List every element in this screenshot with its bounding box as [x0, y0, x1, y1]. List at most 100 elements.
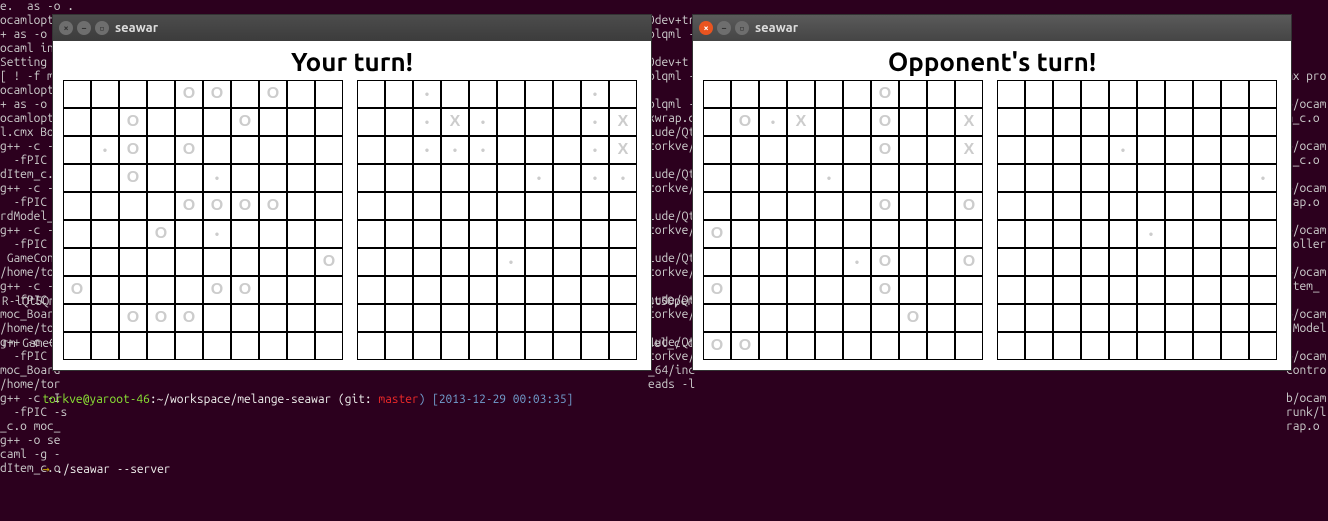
board-cell[interactable]	[997, 136, 1025, 164]
board-cell[interactable]	[609, 276, 637, 304]
board-cell[interactable]	[997, 108, 1025, 136]
board-cell[interactable]	[1221, 276, 1249, 304]
board-cell[interactable]	[385, 192, 413, 220]
board-cell[interactable]	[1025, 276, 1053, 304]
board-cell[interactable]	[1221, 136, 1249, 164]
board-cell[interactable]	[1025, 80, 1053, 108]
board-cell[interactable]	[1193, 332, 1221, 360]
board-cell[interactable]	[581, 192, 609, 220]
board-cell[interactable]	[497, 164, 525, 192]
board-cell[interactable]	[997, 276, 1025, 304]
board-cell[interactable]	[997, 164, 1025, 192]
board-cell[interactable]: •	[609, 164, 637, 192]
board-cell[interactable]	[1137, 108, 1165, 136]
board-cell[interactable]	[469, 276, 497, 304]
board-cell[interactable]	[441, 80, 469, 108]
board-cell[interactable]	[553, 108, 581, 136]
board-cell[interactable]	[469, 220, 497, 248]
board-cell[interactable]	[1193, 80, 1221, 108]
board-cell[interactable]	[1165, 276, 1193, 304]
board-cell[interactable]	[1165, 332, 1193, 360]
board-cell[interactable]	[441, 304, 469, 332]
board-cell[interactable]	[609, 332, 637, 360]
board-cell[interactable]: X	[609, 136, 637, 164]
board-cell[interactable]: •	[413, 108, 441, 136]
board-cell[interactable]	[1137, 248, 1165, 276]
board-cell[interactable]	[1053, 192, 1081, 220]
board-cell[interactable]	[1221, 164, 1249, 192]
board-cell[interactable]	[413, 304, 441, 332]
board-cell[interactable]	[1137, 136, 1165, 164]
board-cell[interactable]	[1025, 248, 1053, 276]
board-cell[interactable]: •	[413, 80, 441, 108]
board-cell[interactable]	[1053, 220, 1081, 248]
board-cell[interactable]	[1249, 108, 1277, 136]
board-cell[interactable]	[1025, 332, 1053, 360]
board-cell[interactable]	[525, 276, 553, 304]
titlebar[interactable]: × − ▫ seawar	[693, 15, 1291, 41]
board-cell[interactable]	[357, 220, 385, 248]
board-cell[interactable]	[1081, 248, 1109, 276]
board-cell[interactable]	[469, 192, 497, 220]
board-cell[interactable]	[609, 248, 637, 276]
board-cell[interactable]	[525, 332, 553, 360]
board-cell[interactable]	[609, 192, 637, 220]
board-cell[interactable]: •	[1137, 220, 1165, 248]
board-cell[interactable]	[413, 164, 441, 192]
board-cell[interactable]	[469, 164, 497, 192]
board-cell[interactable]	[1193, 304, 1221, 332]
board-cell[interactable]	[441, 220, 469, 248]
board-cell[interactable]	[1081, 276, 1109, 304]
board-cell[interactable]	[997, 220, 1025, 248]
board-cell[interactable]: •	[413, 136, 441, 164]
board-cell[interactable]	[1165, 164, 1193, 192]
board-cell[interactable]	[1109, 304, 1137, 332]
board-cell[interactable]	[497, 108, 525, 136]
board-cell[interactable]: •	[581, 108, 609, 136]
board-cell[interactable]	[1053, 304, 1081, 332]
board-cell[interactable]	[525, 136, 553, 164]
board-cell[interactable]	[1221, 80, 1249, 108]
board-cell[interactable]	[1081, 80, 1109, 108]
board-cell[interactable]	[553, 276, 581, 304]
board-cell[interactable]	[525, 192, 553, 220]
board-cell[interactable]	[1193, 220, 1221, 248]
board-cell[interactable]	[385, 164, 413, 192]
board-cell[interactable]	[357, 304, 385, 332]
board-cell[interactable]	[441, 164, 469, 192]
enemy-board[interactable]: •••X••X••••X••••	[357, 80, 637, 360]
board-cell[interactable]	[1025, 220, 1053, 248]
board-cell[interactable]	[1249, 332, 1277, 360]
board-cell[interactable]	[553, 304, 581, 332]
close-icon[interactable]: ×	[59, 21, 73, 35]
board-cell[interactable]	[497, 220, 525, 248]
board-cell[interactable]	[525, 80, 553, 108]
board-cell[interactable]	[1137, 192, 1165, 220]
minimize-icon[interactable]: −	[717, 21, 731, 35]
board-cell[interactable]	[1165, 108, 1193, 136]
board-cell[interactable]	[497, 304, 525, 332]
terminal-command-line[interactable]: → ./seawar --server	[2, 449, 1326, 491]
board-cell[interactable]	[1193, 108, 1221, 136]
board-cell[interactable]	[1137, 304, 1165, 332]
board-cell[interactable]	[1109, 248, 1137, 276]
board-cell[interactable]: •	[469, 108, 497, 136]
board-cell[interactable]	[1193, 164, 1221, 192]
enemy-board[interactable]: •••	[997, 80, 1277, 360]
maximize-icon[interactable]: ▫	[735, 21, 749, 35]
board-cell[interactable]	[413, 332, 441, 360]
board-cell[interactable]	[553, 80, 581, 108]
board-cell[interactable]: •	[581, 164, 609, 192]
board-cell[interactable]	[997, 80, 1025, 108]
board-cell[interactable]	[1081, 192, 1109, 220]
board-cell[interactable]	[1109, 164, 1137, 192]
board-cell[interactable]	[1053, 164, 1081, 192]
board-cell[interactable]	[1025, 164, 1053, 192]
board-cell[interactable]	[1053, 108, 1081, 136]
board-cell[interactable]	[1025, 136, 1053, 164]
board-cell[interactable]	[469, 248, 497, 276]
board-cell[interactable]	[357, 108, 385, 136]
board-cell[interactable]	[1081, 332, 1109, 360]
board-cell[interactable]	[609, 304, 637, 332]
board-cell[interactable]	[1025, 192, 1053, 220]
